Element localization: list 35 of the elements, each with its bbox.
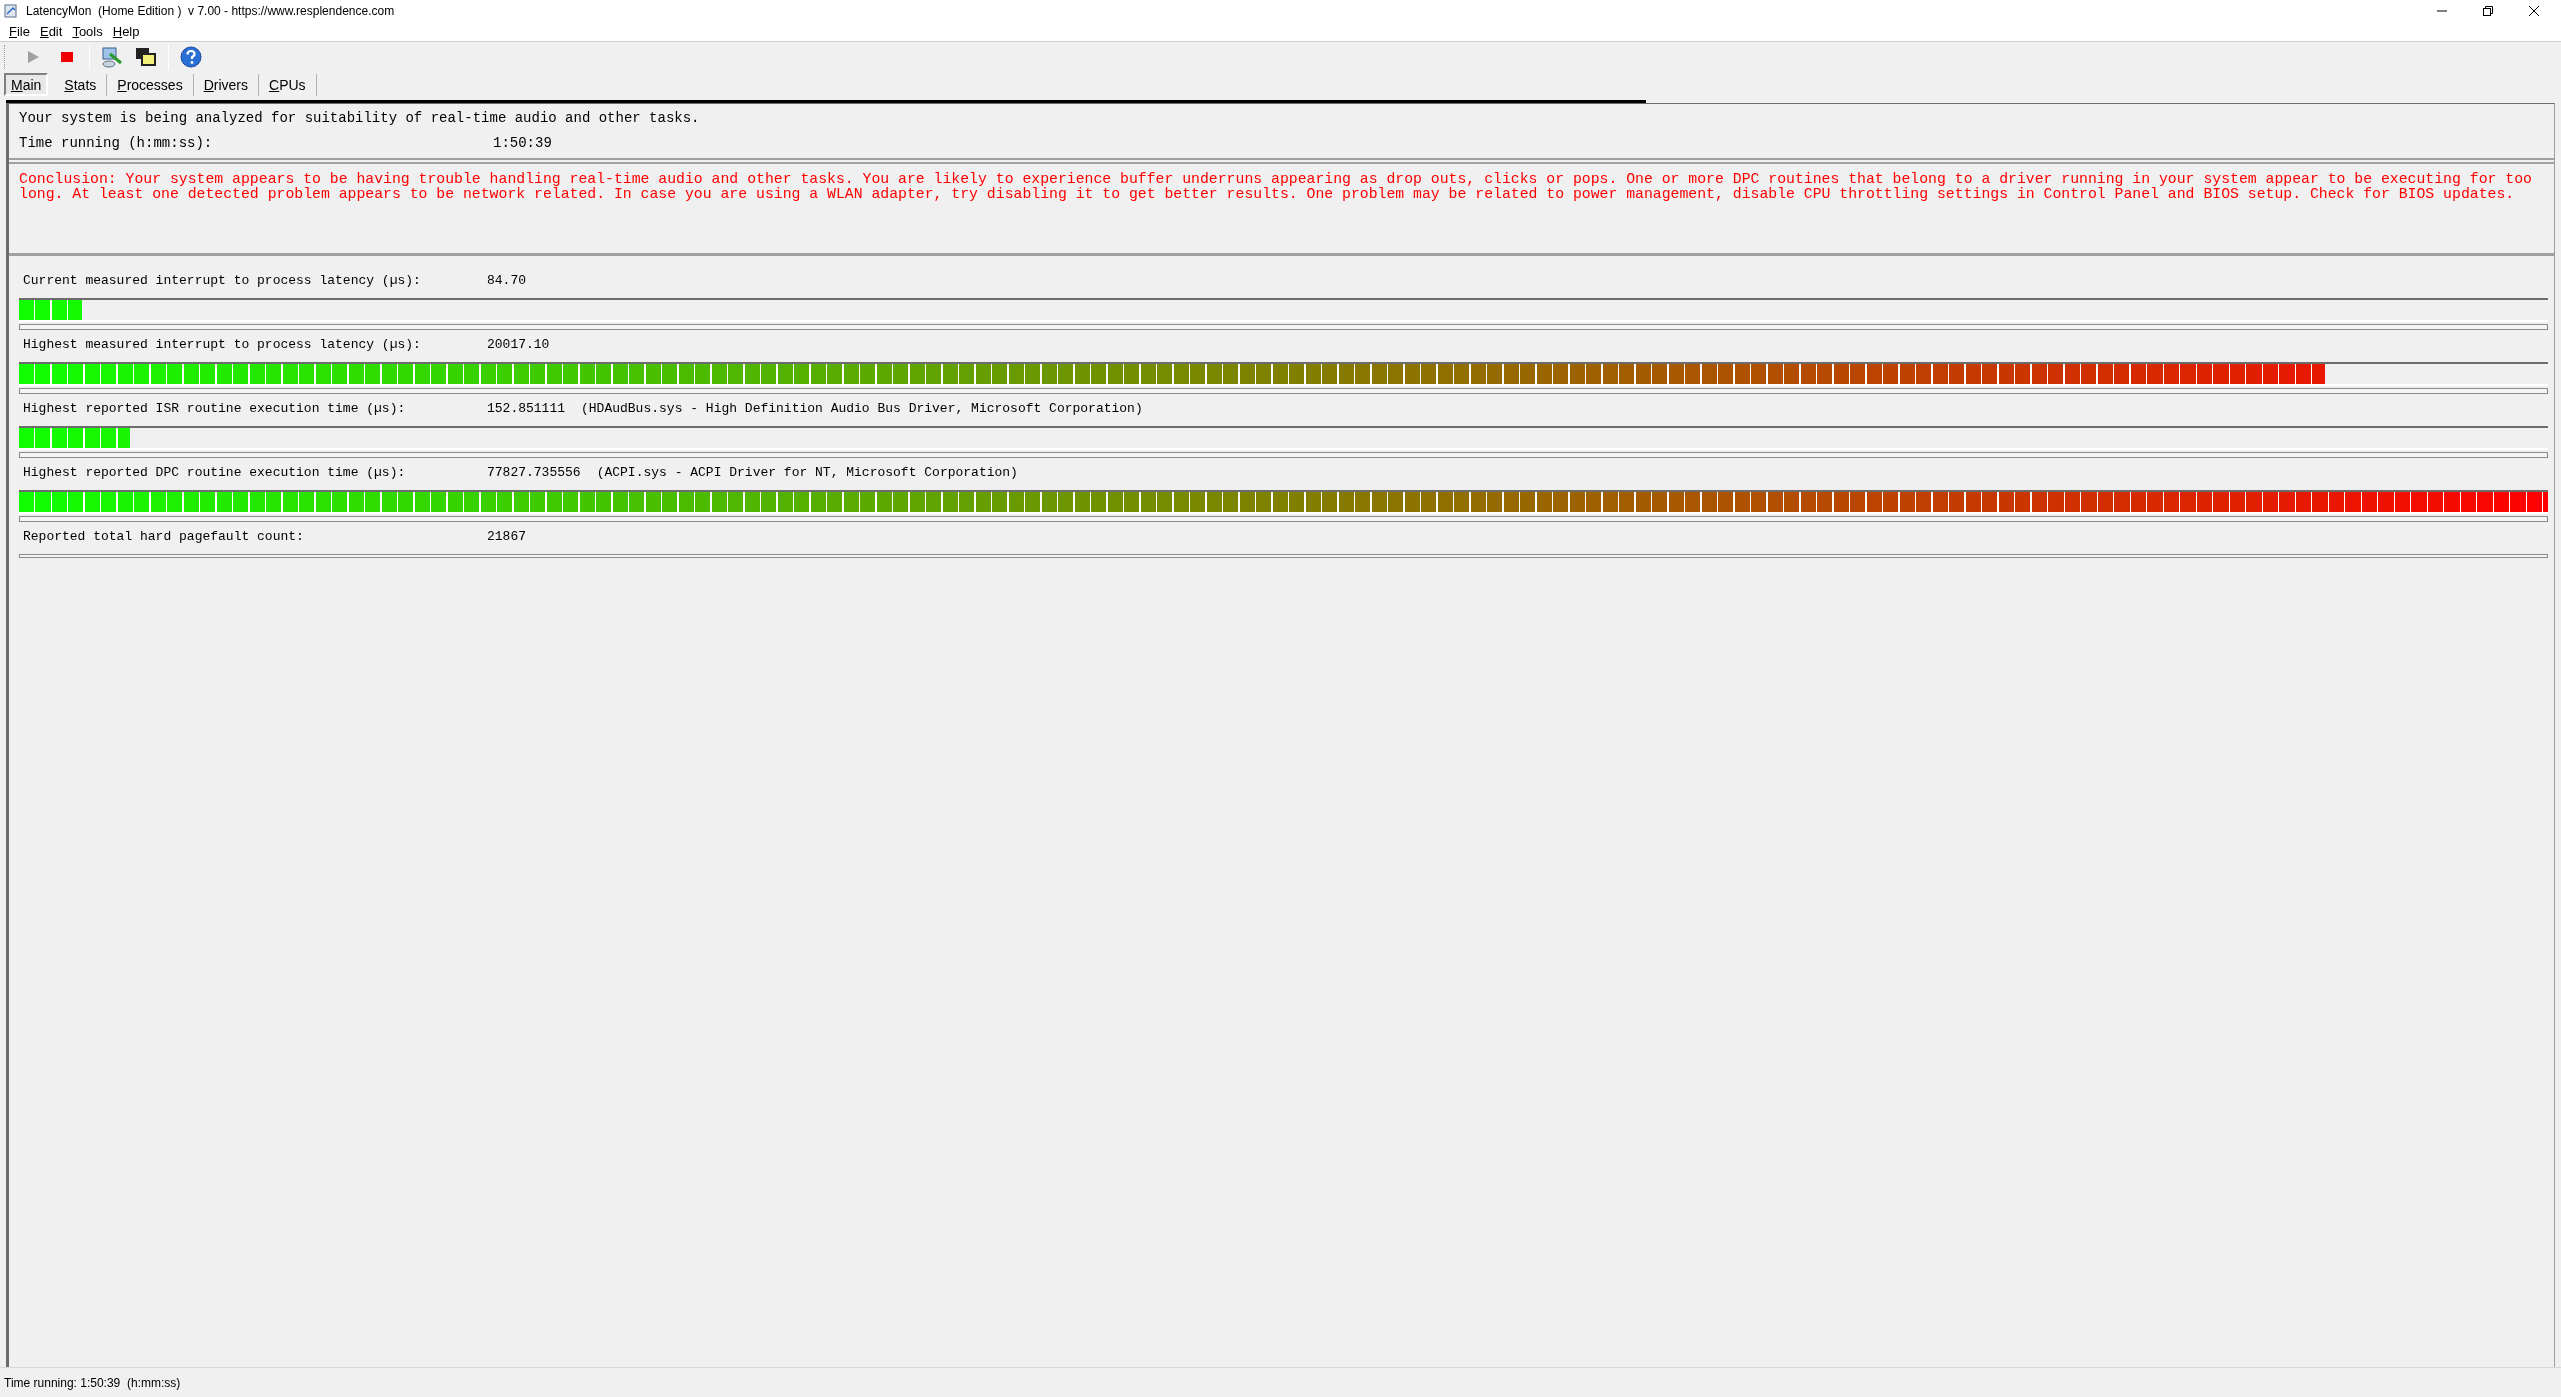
tab[interactable]: Stats bbox=[54, 74, 108, 96]
tab[interactable]: CPUs bbox=[259, 74, 317, 96]
analysis-message: Your system is being analyzed for suitability of real-time audio and other tasks. bbox=[19, 109, 701, 128]
metric-value: 20017.10 bbox=[487, 336, 550, 355]
monitor-wrench-icon bbox=[101, 46, 123, 68]
metric-value: 152.851111 bbox=[487, 400, 565, 419]
metric-value: 77827.735556 bbox=[487, 464, 581, 483]
menu-item[interactable]: Edit bbox=[34, 21, 68, 42]
metric-label: Reported total hard pagefault count: bbox=[23, 528, 305, 547]
metric-label: Highest reported DPC routine execution time (µs): bbox=[23, 464, 407, 483]
metric-value: 21867 bbox=[487, 528, 526, 547]
tab[interactable]: Processes bbox=[107, 74, 194, 96]
app-icon bbox=[4, 4, 18, 18]
time-label: Time running (h:mm:ss): bbox=[19, 134, 214, 153]
menu-item[interactable]: Tools bbox=[67, 21, 108, 42]
menu-item[interactable]: Help bbox=[107, 21, 145, 42]
driver-detail: (ACPI.sys - ACPI Driver for NT, Microsoft Corporation) bbox=[596, 464, 1018, 483]
restore-icon bbox=[2483, 6, 2493, 16]
conclusion-text: Conclusion: Your system appears to be having trouble handling real-time audio and other tasks. You are likely to experience buffer underruns appearing as drop outs, clicks or pops. One or more DPC routines that belong to a driver running in your system appear to be executing for too long. At least one detected problem appears to be network related. In case you are using a WLAN adapter, try disabling it to get better results. One problem may be related to power management, disable CPU throttling settings in Control Panel and BIOS setup. Check for BIOS updates. bbox=[19, 172, 2533, 202]
status-text: Time running: 1:50:39 (h:mm:ss) bbox=[4, 1374, 181, 1392]
metric-label: Highest reported ISR routine execution time (µs): bbox=[23, 400, 407, 419]
overlapping-windows-icon bbox=[135, 47, 157, 67]
metric-label: Current measured interrupt to process latency (µs): bbox=[23, 272, 422, 291]
stop-icon bbox=[61, 52, 73, 62]
time-value: 1:50:39 bbox=[493, 134, 552, 153]
menu-item[interactable]: File bbox=[4, 21, 35, 42]
tab[interactable]: Drivers bbox=[193, 74, 259, 96]
window-title: LatencyMon (Home Edition ) v 7.00 - https://www.resplendence.com bbox=[26, 3, 396, 20]
play-icon bbox=[26, 50, 40, 64]
metric-label: Highest measured interrupt to process latency (µs): bbox=[23, 336, 422, 355]
driver-detail: (HDAudBus.sys - High Definition Audio Bus Driver, Microsoft Corporation) bbox=[581, 400, 1143, 419]
help-icon bbox=[180, 46, 202, 68]
tab[interactable]: Main bbox=[4, 73, 49, 96]
metric-value: 84.70 bbox=[487, 272, 526, 291]
close-icon bbox=[2529, 6, 2539, 16]
